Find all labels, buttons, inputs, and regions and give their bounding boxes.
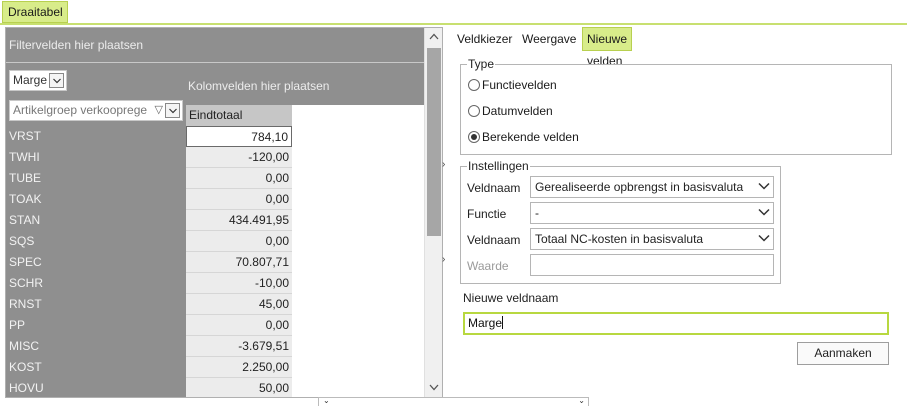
functie-label: Functie: [467, 207, 507, 221]
row-value[interactable]: 0,00: [186, 315, 292, 336]
scroll-down-icon[interactable]: [425, 379, 442, 397]
table-row[interactable]: PP 0,00: [6, 315, 292, 336]
veldnaam-select-2[interactable]: Totaal NC-kosten in basisvaluta: [530, 228, 774, 250]
waarde-input[interactable]: [530, 254, 774, 276]
table-row[interactable]: TUBE 0,00: [6, 168, 292, 189]
radio-selected-icon[interactable]: [468, 131, 480, 143]
chevron-down-icon[interactable]: [165, 103, 180, 118]
row-value[interactable]: 0,00: [186, 168, 292, 189]
chevron-down-icon: [758, 208, 770, 216]
row-value[interactable]: 50,00: [186, 378, 292, 397]
table-row[interactable]: VRST 784,10: [6, 126, 292, 147]
row-field-label: Artikelgroep verkooprege: [13, 103, 148, 117]
row-field-dropdown[interactable]: Artikelgroep verkooprege ▽: [9, 100, 183, 121]
top-tab-underline: [0, 23, 907, 25]
table-row[interactable]: STAN 434.491,95: [6, 210, 292, 231]
type-group-legend: Type: [468, 57, 495, 71]
table-row[interactable]: SCHR -10,00: [6, 273, 292, 294]
vertical-scrollbar[interactable]: [424, 28, 442, 397]
row-label: SCHR: [9, 276, 44, 290]
row-label: RNST: [9, 297, 42, 311]
table-row[interactable]: KOST 2.250,00: [6, 357, 292, 378]
functie-select[interactable]: -: [530, 202, 774, 224]
radio-label: Berekende velden: [482, 130, 579, 144]
chevron-down-icon: [758, 182, 770, 190]
tab-draaitabel[interactable]: Draaitabel: [2, 1, 68, 23]
row-label: MISC: [9, 339, 39, 353]
expand-right-icon[interactable]: ›: [442, 254, 450, 266]
radio-label: Functievelden: [482, 78, 557, 92]
new-field-name-label: Nieuwe veldnaam: [463, 291, 559, 305]
bottom-dropdown[interactable]: ⌄ ⌄: [318, 396, 589, 406]
table-row[interactable]: MISC -3.679,51: [6, 336, 292, 357]
row-value[interactable]: -3.679,51: [186, 336, 292, 357]
row-label: HOVU: [9, 381, 44, 395]
pivot-rows: VRST 784,10 TWHI -120,00 TUBE 0,00 TOAK 0,00…: [6, 126, 292, 397]
row-label: KOST: [9, 360, 42, 374]
scrollbar-thumb[interactable]: [427, 48, 441, 236]
value-field-dropdown[interactable]: Marge: [9, 70, 67, 91]
row-label: TOAK: [9, 192, 42, 206]
new-field-name-value: Marge: [468, 316, 503, 330]
row-label: SQS: [9, 234, 35, 248]
table-row[interactable]: TWHI -120,00: [6, 147, 292, 168]
chevron-down-icon: ⌄: [323, 396, 330, 405]
row-value[interactable]: 434.491,95: [186, 210, 292, 231]
radio-label: Datumvelden: [482, 104, 553, 118]
row-value[interactable]: -120,00: [186, 147, 292, 168]
row-label: VRST: [9, 129, 42, 143]
row-value[interactable]: 0,00: [186, 231, 292, 252]
row-value[interactable]: -10,00: [186, 273, 292, 294]
table-row[interactable]: HOVU 50,00: [6, 378, 292, 397]
functie-select-value: -: [535, 206, 539, 220]
table-row[interactable]: RNST 45,00: [6, 294, 292, 315]
scroll-up-icon[interactable]: [425, 28, 442, 46]
waarde-label: Waarde: [467, 259, 509, 273]
row-label: SPEC: [9, 255, 42, 269]
chevron-down-icon: ⌄: [578, 396, 585, 405]
radio-circle-icon[interactable]: [468, 105, 480, 117]
row-label: STAN: [9, 213, 41, 227]
veldnaam-label: Veldnaam: [467, 181, 521, 195]
column-drop-area[interactable]: Kolomvelden hier plaatsen: [186, 63, 424, 105]
radio-circle-icon[interactable]: [468, 79, 480, 91]
grand-total-header: Eindtotaal: [186, 105, 292, 126]
veldnaam-select-1-value: Gerealiseerde opbrengst in basisvaluta: [535, 180, 744, 194]
filter-icon[interactable]: ▽: [155, 101, 163, 120]
veldnaam-select-1[interactable]: Gerealiseerde opbrengst in basisvaluta: [530, 176, 774, 198]
settings-group-legend: Instellingen: [468, 159, 529, 173]
table-row[interactable]: SQS 0,00: [6, 231, 292, 252]
tab-veldkiezer[interactable]: Veldkiezer: [453, 27, 516, 51]
row-value[interactable]: 70.807,71: [186, 252, 292, 273]
value-field-label: Marge: [13, 73, 48, 87]
expand-right-icon[interactable]: ›: [442, 159, 450, 171]
chevron-down-icon[interactable]: [49, 73, 64, 88]
create-button[interactable]: Aanmaken: [797, 342, 889, 365]
row-label: TWHI: [9, 150, 40, 164]
text-caret: [502, 316, 504, 329]
tab-weergave[interactable]: Weergave: [518, 27, 580, 51]
row-value[interactable]: 784,10: [186, 126, 292, 147]
tab-nieuwe-velden[interactable]: Nieuwe velden: [582, 27, 633, 68]
table-row[interactable]: TOAK 0,00: [6, 189, 292, 210]
table-row[interactable]: SPEC 70.807,71: [6, 252, 292, 273]
row-label: PP: [9, 318, 26, 332]
row-value[interactable]: 45,00: [186, 294, 292, 315]
filter-drop-area[interactable]: Filtervelden hier plaatsen: [6, 28, 424, 62]
chevron-down-icon: [758, 234, 770, 242]
row-value[interactable]: 0,00: [186, 189, 292, 210]
row-label: TUBE: [9, 171, 42, 185]
veldnaam-select-2-value: Totaal NC-kosten in basisvaluta: [535, 232, 704, 246]
new-field-name-input[interactable]: Marge: [463, 312, 889, 335]
veldnaam-label: Veldnaam: [467, 233, 521, 247]
row-value[interactable]: 2.250,00: [186, 357, 292, 378]
pivot-table: Filtervelden hier plaatsen Kolomvelden h…: [5, 27, 443, 398]
